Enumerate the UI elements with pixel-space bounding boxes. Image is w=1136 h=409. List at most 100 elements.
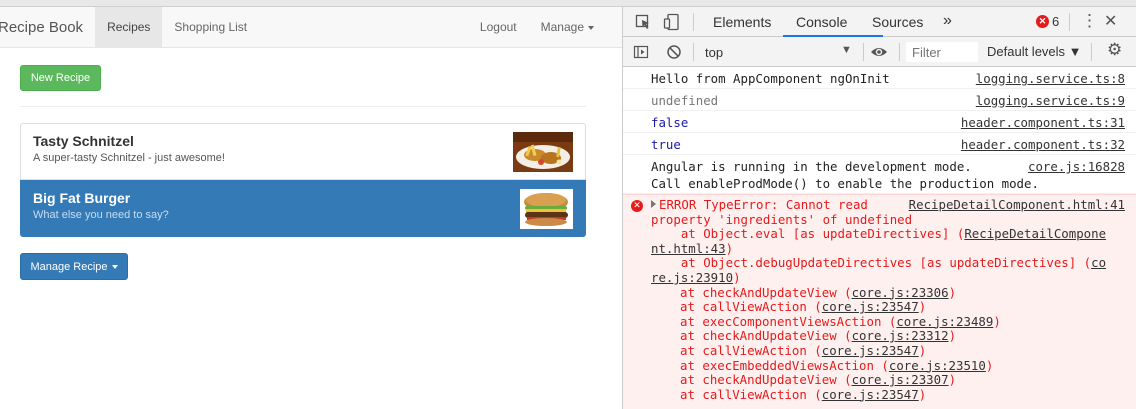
- toolbar-separator: [863, 43, 864, 61]
- message-source-link[interactable]: header.component.ts:32: [961, 136, 1125, 153]
- stack-source-link[interactable]: core.js:23547: [822, 387, 919, 402]
- stack-source-link[interactable]: core.js:23547: [822, 343, 919, 358]
- error-count[interactable]: 6: [1052, 14, 1059, 29]
- error-head: ERROR TypeError: Cannot read: [659, 197, 868, 212]
- recipe-description: What else you need to say?: [33, 209, 169, 221]
- error-line: ): [725, 240, 734, 256]
- recipe-name: Tasty Schnitzel: [33, 133, 134, 149]
- context-selector[interactable]: top ▼: [697, 41, 857, 63]
- devtools-tabbar: Elements Console Sources » ✕ 6 ⋮ ✕: [623, 7, 1136, 37]
- console-message: false header.component.ts:31: [623, 111, 1136, 133]
- show-sidebar-icon[interactable]: [633, 44, 649, 60]
- console-message: undefined logging.service.ts:9: [623, 89, 1136, 111]
- stack-frame-text: at execComponentViewsAction (: [680, 313, 897, 329]
- stack-frame: at callViewAction (core.js:23547): [651, 386, 1125, 403]
- live-expression-eye-icon[interactable]: [870, 45, 888, 59]
- console-message: Hello from AppComponent ngOnInit logging…: [623, 67, 1136, 89]
- caret-down-icon: ▼: [841, 44, 852, 56]
- message-text: true: [651, 137, 681, 152]
- nav-manage-dropdown[interactable]: Manage: [529, 7, 606, 48]
- brand-link[interactable]: Recipe Book: [0, 7, 95, 48]
- recipe-description: A super-tasty Schnitzel - just awesome!: [33, 152, 225, 164]
- stack-frame-text: ): [918, 386, 927, 402]
- console-filter-input[interactable]: [906, 42, 978, 62]
- nav-logout[interactable]: Logout: [468, 7, 529, 48]
- stack-frame-text: ): [985, 357, 994, 373]
- navbar-right: Logout Manage: [468, 7, 606, 48]
- toolbar-separator: [899, 43, 900, 61]
- stack-source-link[interactable]: re.js:23910: [651, 270, 733, 285]
- caret-down-icon: [588, 25, 594, 30]
- console-settings-gear-icon[interactable]: ⚙: [1107, 40, 1122, 60]
- stack-frame: at execEmbeddedViewsAction (core.js:2351…: [651, 357, 1125, 374]
- stack-frame: at callViewAction (core.js:23547): [651, 299, 1125, 315]
- stack-frame-text: at callViewAction (: [680, 342, 822, 358]
- tab-sources[interactable]: Sources: [872, 14, 923, 30]
- stack-source-link[interactable]: core.js:23306: [852, 285, 949, 300]
- stack-frame-text: at checkAndUpdateView (: [680, 284, 852, 300]
- error-icon: ✕: [631, 200, 643, 212]
- error-source-link[interactable]: RecipeDetailComponent.html:41: [909, 197, 1125, 213]
- stack-frame-text: at callViewAction (: [680, 386, 822, 402]
- toolbar-separator: [693, 43, 694, 61]
- stack-source-link[interactable]: co: [1091, 255, 1106, 271]
- caret-down-icon: [111, 264, 118, 269]
- tab-elements[interactable]: Elements: [713, 14, 771, 30]
- more-tabs-button[interactable]: »: [943, 12, 952, 30]
- recipe-item-schnitzel[interactable]: Tasty Schnitzel A super-tasty Schnitzel …: [20, 123, 586, 180]
- stack-frame-text: ): [918, 299, 927, 315]
- expand-triangle-icon[interactable]: [651, 200, 656, 208]
- log-levels-dropdown[interactable]: Default levels ▼: [987, 44, 1082, 59]
- nav-recipes[interactable]: Recipes: [95, 7, 163, 48]
- close-devtools-icon[interactable]: ✕: [1104, 11, 1117, 33]
- message-source-link[interactable]: logging.service.ts:8: [976, 70, 1125, 87]
- navbar: Recipe Book Recipes Shopping List Logout…: [0, 7, 622, 48]
- message-text: Hello from AppComponent ngOnInit: [651, 71, 890, 86]
- error-line: ): [733, 269, 741, 285]
- tab-console[interactable]: Console: [796, 14, 847, 30]
- toolbar-separator: [693, 13, 694, 31]
- stack-frame-text: at execEmbeddedViewsAction (: [680, 357, 889, 373]
- message-source-link[interactable]: logging.service.ts:9: [976, 92, 1125, 109]
- manage-recipe-button[interactable]: Manage Recipe: [20, 253, 128, 280]
- schnitzel-image: [513, 132, 573, 172]
- stack-frame-text: ): [993, 313, 1001, 329]
- stack-source-link[interactable]: core.js:23510: [889, 358, 986, 373]
- stack-frame-text: at checkAndUpdateView (: [680, 328, 852, 344]
- console-message: Angular is running in the development mo…: [623, 155, 1136, 194]
- stack-source-link[interactable]: RecipeDetailCompone: [964, 226, 1106, 241]
- device-toolbar-icon[interactable]: [663, 13, 681, 31]
- browser-top-strip: [0, 0, 1136, 7]
- more-options-icon[interactable]: ⋮: [1081, 10, 1098, 32]
- stack-frame-text: ): [918, 342, 927, 358]
- divider: [20, 106, 586, 107]
- toolbar-separator: [1069, 13, 1070, 31]
- recipe-list: Tasty Schnitzel A super-tasty Schnitzel …: [20, 123, 586, 237]
- stack-frame-text: ): [948, 284, 957, 300]
- stack-frame-text: ): [948, 372, 957, 388]
- toolbar-separator: [1091, 43, 1092, 61]
- console-toolbar: top ▼ Default levels ▼ ⚙: [623, 37, 1136, 67]
- message-source-link[interactable]: header.component.ts:31: [961, 114, 1125, 131]
- nav-shopping-list[interactable]: Shopping List: [162, 7, 259, 48]
- stack-trace: at checkAndUpdateView (core.js:23306) at…: [651, 284, 1125, 403]
- recipe-item-burger[interactable]: Big Fat Burger What else you need to say…: [20, 180, 586, 237]
- message-source-link[interactable]: core.js:16828: [1028, 158, 1125, 175]
- inspect-element-icon[interactable]: [635, 14, 651, 30]
- stack-source-link[interactable]: core.js:23312: [852, 328, 949, 344]
- console-message: true header.component.ts:32: [623, 133, 1136, 155]
- stack-frame: at callViewAction (core.js:23547): [651, 342, 1125, 359]
- error-line: property 'ingredients' of undefined: [651, 211, 913, 227]
- recipe-name: Big Fat Burger: [33, 190, 131, 206]
- stack-source-link[interactable]: core.js:23307: [852, 372, 949, 387]
- stack-source-link[interactable]: core.js:23547: [822, 299, 919, 314]
- message-text: false: [651, 115, 689, 130]
- devtools-panel: Elements Console Sources » ✕ 6 ⋮ ✕ top ▼: [622, 7, 1136, 409]
- new-recipe-button[interactable]: New Recipe: [20, 65, 101, 91]
- clear-console-icon[interactable]: [666, 44, 682, 60]
- stack-source-link[interactable]: nt.html:43: [651, 241, 726, 256]
- stack-frame-text: at checkAndUpdateView (: [680, 372, 852, 388]
- stack-source-link[interactable]: core.js:23489: [896, 314, 993, 329]
- nav-manage-label: Manage: [540, 20, 584, 34]
- stack-frame: at checkAndUpdateView (core.js:23307): [651, 372, 1125, 388]
